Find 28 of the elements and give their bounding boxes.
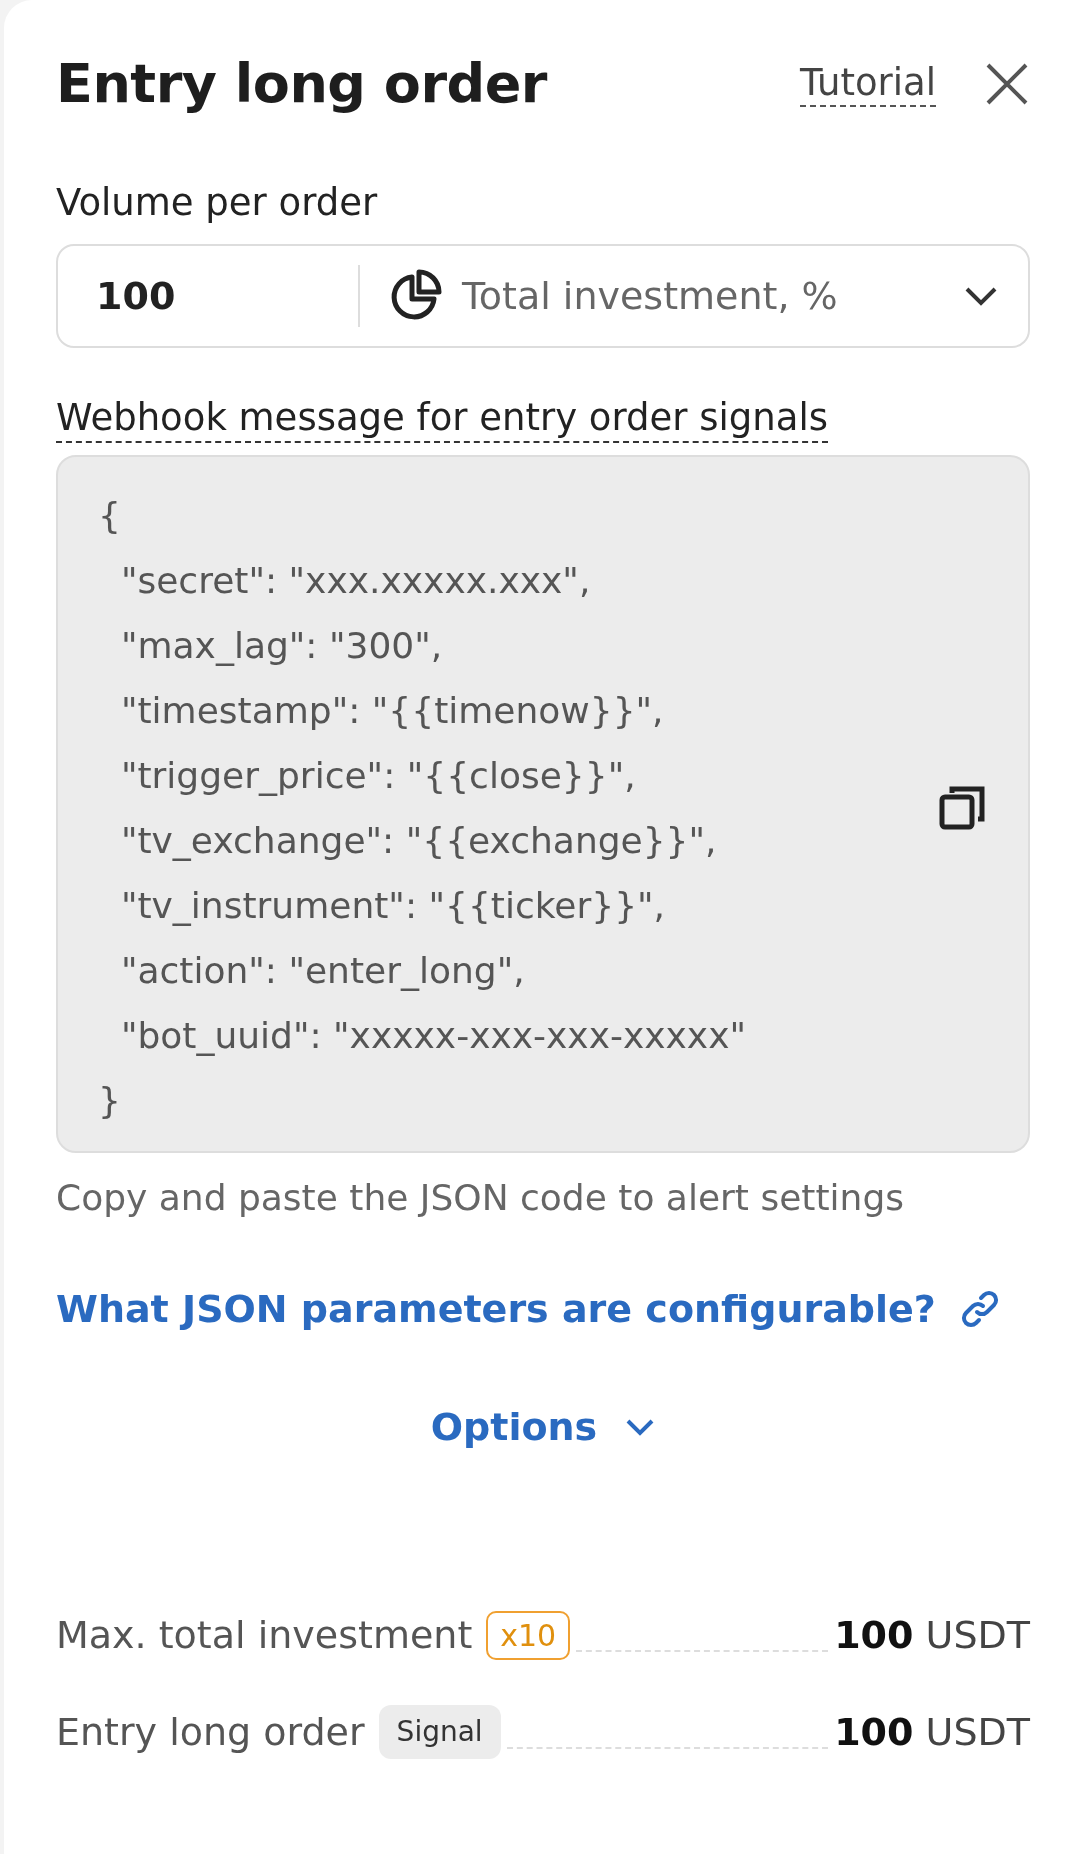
- link-icon[interactable]: [959, 1289, 1000, 1330]
- hint-text: Copy and paste the JSON code to alert settings: [56, 1175, 905, 1220]
- help-link[interactable]: What JSON parameters are configurable?: [56, 1280, 936, 1338]
- field-label: Volume per order: [56, 179, 379, 226]
- code-line: "action": "enter_long",: [119, 948, 525, 993]
- options-toggle[interactable]: Options: [424, 1397, 662, 1457]
- summary-label: Entry long order: [56, 1708, 365, 1756]
- volume-field[interactable]: 100 Total investment, %: [56, 244, 1030, 349]
- code-line: "secret": "xxx.xxxxx.xxx",: [119, 558, 591, 603]
- code-line: {: [98, 493, 121, 538]
- tag-label: x10: [486, 1610, 571, 1660]
- tag-label: Signal: [378, 1705, 501, 1760]
- summary-value: 100 USDT: [834, 1611, 1030, 1659]
- code-line: "trigger_price": "{{close}}",: [119, 753, 636, 798]
- field-label: Webhook message for entry order signals: [56, 396, 828, 443]
- chevron-down-icon: [625, 1418, 656, 1437]
- dialog-title: Entry long order: [56, 52, 549, 117]
- chevron-down-icon: [964, 286, 998, 307]
- code-line: "max_lag": "300",: [119, 623, 443, 668]
- unit-select[interactable]: Total investment, %: [360, 267, 1028, 325]
- summary-value: 100 USDT: [834, 1708, 1030, 1756]
- code-line: "bot_uuid": "xxxxx-xxx-xxx-xxxxx": [119, 1013, 747, 1058]
- code-line: }: [98, 1078, 121, 1123]
- code-line: "tv_exchange": "{{exchange}}",: [119, 818, 717, 863]
- code-line: "timestamp": "{{timenow}}",: [119, 688, 664, 733]
- tutorial-link[interactable]: Tutorial: [799, 62, 936, 107]
- summary-label: Max. total investment: [56, 1611, 473, 1659]
- code-line: "tv_instrument": "{{ticker}}",: [119, 883, 666, 928]
